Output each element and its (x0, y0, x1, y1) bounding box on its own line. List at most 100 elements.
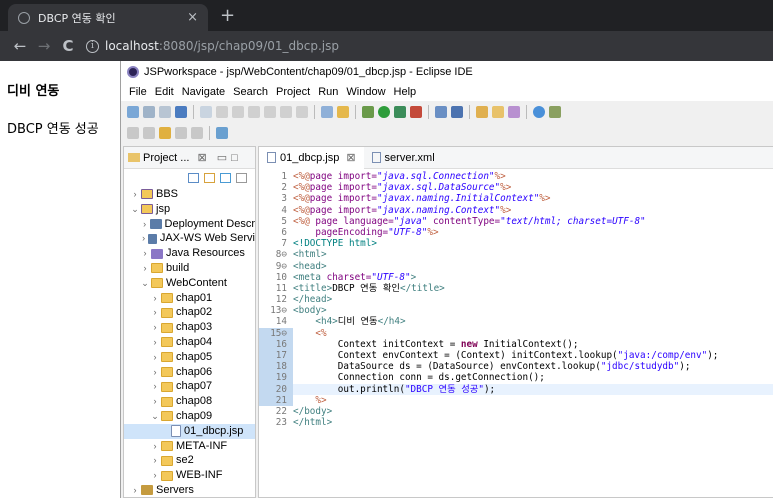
tree-item[interactable]: › se2 (124, 453, 255, 468)
tree-item[interactable]: › Servers (124, 483, 255, 498)
tree-item[interactable]: › chap02 (124, 305, 255, 320)
tree-item[interactable]: ⌄ chap09 (124, 409, 255, 424)
wizard-icon[interactable] (337, 105, 349, 118)
menu-item-help[interactable]: Help (390, 86, 421, 98)
perspective-icon[interactable] (216, 126, 228, 139)
menu-item-edit[interactable]: Edit (151, 86, 178, 98)
new-icon[interactable] (127, 105, 139, 118)
collapsed-chevron-icon[interactable]: › (140, 246, 150, 261)
tree-item[interactable]: › chap06 (124, 365, 255, 380)
open-task-icon[interactable] (492, 105, 504, 118)
server-icon[interactable] (321, 105, 333, 118)
eclipse-title-bar[interactable]: JSPworkspace - jsp/WebContent/chap09/01_… (121, 61, 773, 83)
collapsed-chevron-icon[interactable]: › (150, 394, 160, 409)
coverage-icon[interactable] (394, 105, 406, 118)
next-annotation-icon[interactable] (143, 126, 155, 139)
tree-item[interactable]: › chap04 (124, 335, 255, 350)
run-icon[interactable] (378, 105, 390, 118)
debug-icon[interactable] (362, 105, 374, 118)
filter-icon[interactable] (220, 173, 231, 183)
tree-item[interactable]: › chap08 (124, 394, 255, 409)
link-editor-icon[interactable] (204, 173, 215, 183)
tree-item[interactable]: › Deployment Descr (124, 217, 255, 232)
back-nav-icon[interactable] (175, 126, 187, 139)
menu-item-navigate[interactable]: Navigate (178, 86, 229, 98)
resume-icon[interactable] (216, 105, 228, 118)
new-java-project-icon[interactable] (435, 105, 447, 118)
annotation-icon[interactable] (127, 126, 139, 139)
search-icon[interactable] (508, 105, 520, 118)
collapsed-chevron-icon[interactable]: › (150, 468, 160, 483)
tree-item[interactable]: › JAX-WS Web Servi (124, 231, 255, 246)
skip-breakpoints-icon[interactable] (200, 105, 212, 118)
close-icon[interactable]: ⊠ (197, 151, 206, 164)
tree-item[interactable]: 01_dbcp.jsp (124, 423, 255, 439)
external-tools-icon[interactable] (410, 105, 422, 118)
collapsed-chevron-icon[interactable]: › (150, 320, 160, 335)
collapsed-chevron-icon[interactable]: › (150, 350, 160, 365)
step-over-icon[interactable] (296, 105, 308, 118)
expanded-chevron-icon[interactable]: ⌄ (130, 202, 140, 217)
forward-arrow-icon[interactable]: → (32, 37, 56, 55)
suspend-icon[interactable] (232, 105, 244, 118)
editor-tab[interactable]: server.xml (364, 147, 443, 169)
collapsed-chevron-icon[interactable]: › (130, 187, 140, 202)
disconnect-icon[interactable] (264, 105, 276, 118)
collapsed-chevron-icon[interactable]: › (150, 365, 160, 380)
tree-item[interactable]: ⌄ jsp (124, 202, 255, 217)
menu-item-window[interactable]: Window (342, 86, 389, 98)
terminal-icon[interactable] (175, 105, 187, 118)
collapsed-chevron-icon[interactable]: › (150, 439, 160, 454)
close-icon[interactable]: × (187, 10, 198, 25)
collapse-all-icon[interactable] (188, 173, 199, 183)
code-area[interactable]: 1 <%@page import="java.sql.Connection"%> 2… (259, 169, 773, 428)
back-arrow-icon[interactable]: ← (8, 37, 32, 55)
open-type-icon[interactable] (476, 105, 488, 118)
info-icon[interactable]: i (86, 39, 99, 53)
browser-tab[interactable]: DBCP 연동 확인 × (8, 4, 208, 31)
collapsed-chevron-icon[interactable]: › (150, 291, 160, 306)
tree-item[interactable]: › chap07 (124, 379, 255, 394)
terminate-icon[interactable] (248, 105, 260, 118)
tree-item[interactable]: › chap03 (124, 320, 255, 335)
pin-icon[interactable] (549, 105, 561, 118)
tree-item[interactable]: › BBS (124, 187, 255, 202)
tree-item[interactable]: › build (124, 261, 255, 276)
save-all-icon[interactable] (159, 105, 171, 118)
tree-item[interactable]: › Java Resources (124, 246, 255, 261)
tree-item[interactable]: › chap05 (124, 350, 255, 365)
close-icon[interactable]: ⊠ (346, 151, 355, 164)
menu-item-file[interactable]: File (125, 86, 151, 98)
tree-item[interactable]: › chap01 (124, 291, 255, 306)
collapsed-chevron-icon[interactable]: › (150, 335, 160, 350)
forward-nav-icon[interactable] (191, 126, 203, 139)
help-icon[interactable] (533, 105, 545, 118)
collapsed-chevron-icon[interactable]: › (140, 261, 150, 276)
collapsed-chevron-icon[interactable]: › (140, 231, 147, 246)
expanded-chevron-icon[interactable]: ⌄ (150, 409, 160, 424)
collapsed-chevron-icon[interactable]: › (150, 379, 160, 394)
tree-item[interactable]: › WEB-INF (124, 468, 255, 483)
reload-icon[interactable]: C (56, 37, 80, 55)
menu-item-search[interactable]: Search (229, 86, 272, 98)
address-bar[interactable]: i localhost:8080/jsp/chap09/01_dbcp.jsp (86, 34, 773, 58)
save-icon[interactable] (143, 105, 155, 118)
collapsed-chevron-icon[interactable]: › (140, 217, 149, 232)
new-tab-icon[interactable]: + (220, 4, 235, 28)
view-menu-icon[interactable] (236, 173, 247, 183)
explorer-tab[interactable]: Project ... ⊠ ▭ □ (124, 147, 255, 169)
new-package-icon[interactable] (451, 105, 463, 118)
last-edit-icon[interactable] (159, 126, 171, 139)
maximize-icon[interactable]: □ (231, 152, 238, 164)
collapsed-chevron-icon[interactable]: › (130, 483, 140, 498)
expanded-chevron-icon[interactable]: ⌄ (140, 276, 150, 291)
menu-item-run[interactable]: Run (314, 86, 342, 98)
menu-item-project[interactable]: Project (272, 86, 314, 98)
collapsed-chevron-icon[interactable]: › (150, 453, 160, 468)
tree-item[interactable]: ⌄ WebContent (124, 276, 255, 291)
step-into-icon[interactable] (280, 105, 292, 118)
editor-tab[interactable]: 01_dbcp.jsp ⊠ (259, 146, 364, 169)
minimize-icon[interactable]: ▭ (217, 151, 227, 164)
collapsed-chevron-icon[interactable]: › (150, 305, 160, 320)
tree-item[interactable]: › META-INF (124, 439, 255, 454)
